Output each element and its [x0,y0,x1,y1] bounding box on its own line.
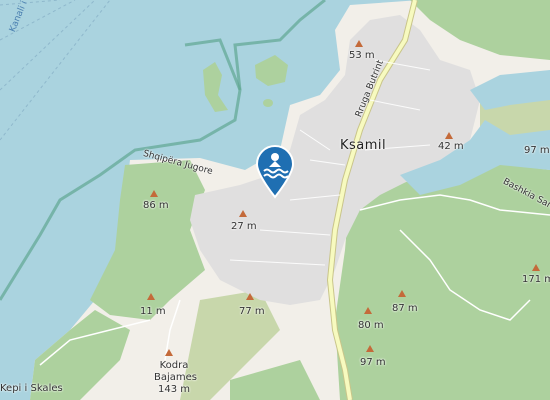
peak-171-icon [532,264,540,271]
peak-42-label: 42 m [438,141,464,152]
peak-27-label: 27 m [231,221,257,232]
peak-97b-icon [366,345,374,352]
peak-143-label: 143 m [157,384,190,395]
peak-97b-label: 97 m [360,357,386,368]
peak-53-icon [355,40,363,47]
peak-53-label: 53 m [349,50,375,61]
map-view[interactable]: Kanali i Liqenasit Shqipëra Jugore Ksami… [0,0,550,400]
peak-97a-label: 97 m [524,145,550,156]
swimming-icon [255,145,295,199]
hill-name-label: Kodra Bajames 143 m [154,360,197,396]
hill-name-text: Kodra Bajames [154,360,197,383]
island-3 [263,99,273,107]
peak-80-label: 80 m [358,320,384,331]
peak-87-icon [398,290,406,297]
peak-171-label: 171 m [522,274,550,285]
peak-77-icon [246,293,254,300]
peak-143-icon [165,349,173,356]
peak-11-icon [147,293,155,300]
peak-11-label: 11 m [140,306,166,317]
peak-86-icon [150,190,158,197]
beach-location-marker[interactable] [255,145,295,199]
peak-80-icon [364,307,372,314]
cape-label: Kepi i Skales [0,383,63,394]
peak-27-icon [239,210,247,217]
town-label[interactable]: Ksamil [340,138,386,153]
peak-86-label: 86 m [143,200,169,211]
peak-77-label: 77 m [239,306,265,317]
peak-87-label: 87 m [392,303,418,314]
peak-42-icon [445,132,453,139]
map-canvas [0,0,550,400]
